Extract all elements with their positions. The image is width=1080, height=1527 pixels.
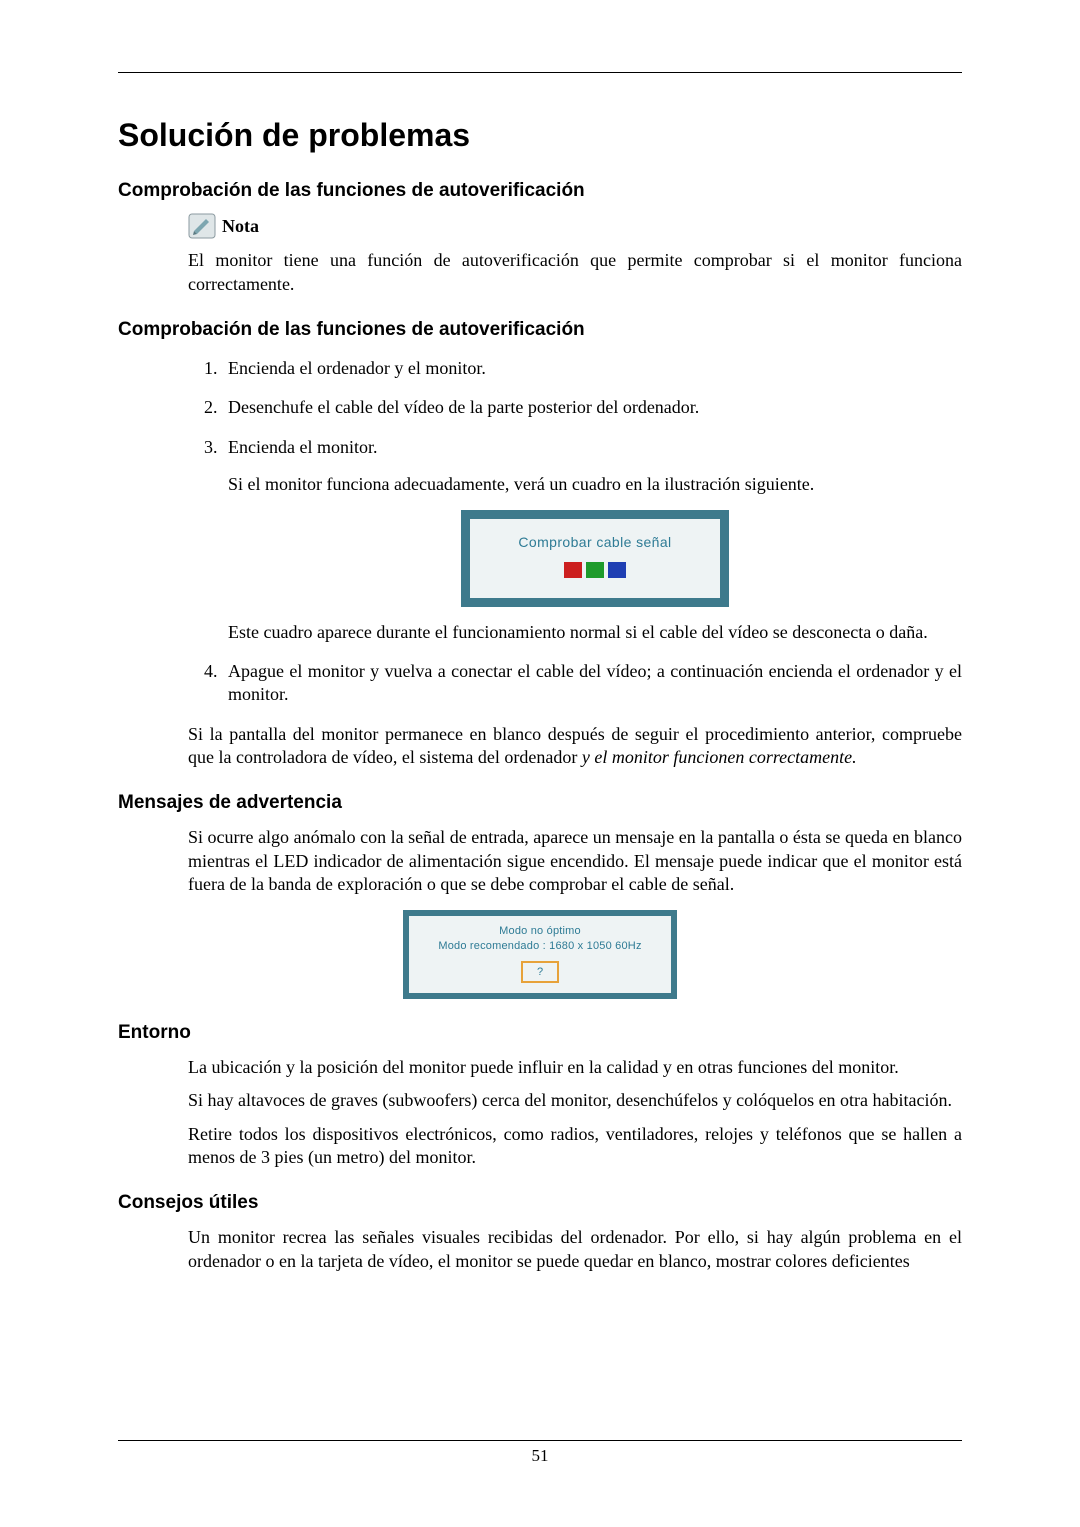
step-text: Encienda el ordenador y el monitor. [228,357,962,380]
selftest-final-italic: y el monitor funcionen correctamente. [582,747,857,767]
page-footer: 51 [118,1440,962,1467]
step-1: Encienda el ordenador y el monitor. [222,357,962,380]
bottom-rule [118,1440,962,1441]
section-warnings-heading: Mensajes de advertencia [118,791,962,816]
osd-inner: Modo no óptimo Modo recomendado : 1680 x… [409,916,671,993]
env-paragraph-2: Si hay altavoces de graves (subwoofers) … [188,1089,962,1112]
env-paragraph-3: Retire todos los dispositivos electrónic… [188,1123,962,1170]
note-row: Nota [188,213,962,239]
rgb-indicator [480,562,710,578]
step-text: Desenchufe el cable del vídeo de la part… [228,396,962,419]
note-label: Nota [222,215,259,238]
section-tips-heading: Consejos útiles [118,1191,962,1216]
osd2-button-wrap: ? [417,961,663,983]
pencil-note-icon [188,213,216,239]
osd-caption: Comprobar cable señal [480,533,710,551]
osd2-help-button: ? [521,961,559,983]
step-after-figure-text: Este cuadro aparece durante el funcionam… [228,621,962,644]
tips-paragraph-1: Un monitor recrea las señales visuales r… [188,1226,962,1273]
osd2-line1: Modo no óptimo [417,924,663,938]
section-selftest-heading-2: Comprobación de las funciones de autover… [118,318,962,343]
selftest-final-paragraph: Si la pantalla del monitor permanece en … [188,723,962,770]
warnings-body: Si ocurre algo anómalo con la señal de e… [188,826,962,896]
step-text: Apague el monitor y vuelva a conectar el… [228,660,962,707]
note-body: El monitor tiene una función de autoveri… [188,249,962,296]
page-number: 51 [118,1445,962,1467]
steps-list: Encienda el ordenador y el monitor. Dese… [188,357,962,707]
red-square-icon [564,562,582,578]
osd-inner: Comprobar cable señal [470,519,720,597]
page-title: Solución de problemas [118,115,962,157]
section-env-heading: Entorno [118,1021,962,1046]
osd-box-1: Comprobar cable señal [461,510,729,606]
blue-square-icon [608,562,626,578]
section-selftest-heading: Comprobación de las funciones de autover… [118,179,962,204]
osd2-line2: Modo recomendado : 1680 x 1050 60Hz [417,939,663,953]
green-square-icon [586,562,604,578]
step-text: Encienda el monitor. [228,436,962,459]
step-extra-text: Si el monitor funciona adecuadamente, ve… [228,473,962,496]
figure-osd-2: Modo no óptimo Modo recomendado : 1680 x… [118,910,962,999]
top-rule [118,72,962,73]
figure-osd-1: Comprobar cable señal [228,510,962,606]
step-3: Encienda el monitor. Si el monitor funci… [222,436,962,644]
env-paragraph-1: La ubicación y la posición del monitor p… [188,1056,962,1079]
step-2: Desenchufe el cable del vídeo de la part… [222,396,962,419]
osd-box-2: Modo no óptimo Modo recomendado : 1680 x… [403,910,677,999]
page: Solución de problemas Comprobación de la… [0,0,1080,1527]
step-4: Apague el monitor y vuelva a conectar el… [222,660,962,707]
